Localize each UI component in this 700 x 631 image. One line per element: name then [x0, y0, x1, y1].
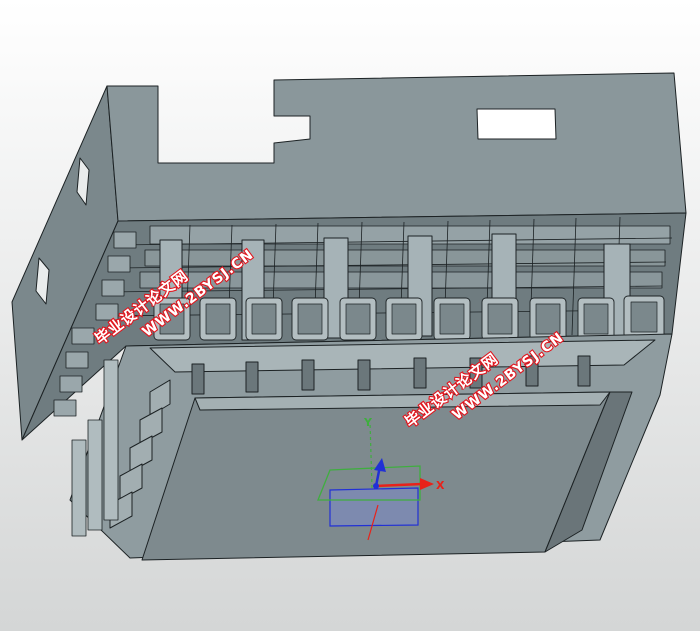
cad-canvas[interactable]: X Y 毕业设计论文网 WWW.2BYSJ.CN 毕业设计论文网 WWW.2BY… — [0, 0, 700, 631]
model-viewport[interactable]: X Y 毕业设计论文网 WWW.2BYSJ.CN 毕业设计论文网 WWW.2BY… — [0, 0, 700, 631]
y-axis-label: Y — [363, 416, 373, 429]
x-axis-label: X — [436, 479, 445, 492]
bottom-face — [141, 391, 611, 561]
back-wall-window — [476, 108, 557, 140]
